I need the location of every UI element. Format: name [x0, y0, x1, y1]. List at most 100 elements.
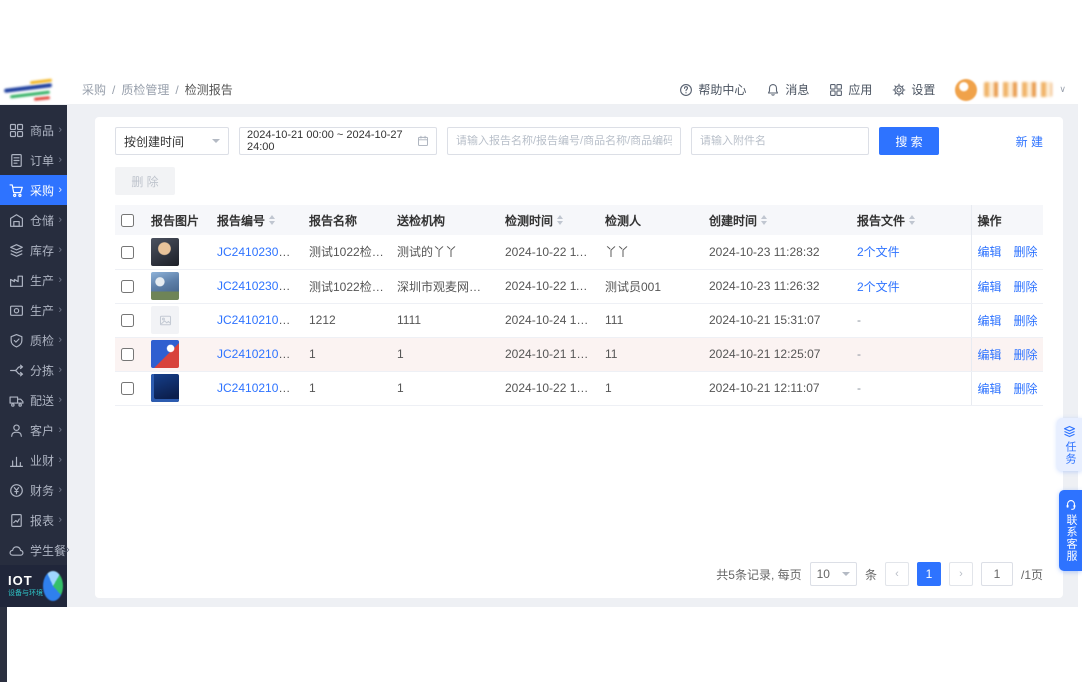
agency-cell: 1 [391, 337, 499, 372]
report-name-cell: 测试1022检测报告 [303, 235, 391, 270]
sort-icon[interactable] [909, 215, 916, 225]
table-row: JC24102100003 1 1 2024-10-21 10:24:00 11… [115, 337, 1043, 372]
sidebar-item-finance[interactable]: 财务 › [0, 475, 67, 505]
column-report-no[interactable]: 报告编号 [211, 205, 303, 235]
cart-icon [9, 183, 24, 198]
group-photo-thumbnail[interactable] [151, 272, 179, 300]
report-no-link[interactable]: JC24102300006 [217, 245, 303, 259]
report-name-cell: 测试1022检测报告 [303, 269, 391, 304]
sidebar-item-inventory[interactable]: 库存 › [0, 235, 67, 265]
yuan-coin-icon [9, 483, 24, 498]
test-time-cell: 2024-10-24 15:30:00 [499, 303, 599, 338]
app-logo[interactable] [0, 75, 82, 105]
page-jump-input[interactable]: 1 [980, 562, 1013, 586]
breadcrumb-item[interactable]: 质检管理 [121, 81, 169, 98]
edit-link[interactable]: 编辑 [978, 243, 1002, 260]
sidebar-item-quality[interactable]: 质检 › [0, 325, 67, 355]
table-header-row: 报告图片 报告编号 报告名称 送检机构 检测时间 检测人 创建时间 报告文件 操… [115, 205, 1043, 235]
attachment-search-input[interactable] [700, 135, 860, 147]
sidebar-item-sorting[interactable]: 分拣 › [0, 355, 67, 385]
sidebar-item-label: 配送 [30, 393, 55, 408]
sidebar-item-procurement[interactable]: 采购 › [0, 175, 67, 205]
column-report-files[interactable]: 报告文件 [851, 205, 971, 235]
sidebar-item-delivery[interactable]: 配送 › [0, 385, 67, 415]
files-empty: - [857, 313, 861, 327]
keyword-search-input[interactable] [456, 135, 672, 147]
created-time-cell: 2024-10-21 12:11:07 [703, 371, 851, 406]
prev-page-button[interactable]: ‹ [884, 562, 909, 586]
created-time-cell: 2024-10-21 12:25:07 [703, 337, 851, 372]
tester-cell: 11 [599, 337, 703, 372]
create-new-button[interactable]: 新 建 [1016, 133, 1043, 150]
dark-photo-thumbnail[interactable] [151, 374, 179, 402]
messages-label: 消息 [785, 83, 810, 97]
row-checkbox[interactable] [121, 314, 134, 328]
sidebar-item-business-finance[interactable]: 业财 › [0, 445, 67, 475]
person-photo-thumbnail[interactable] [151, 237, 179, 266]
files-link[interactable]: 2个文件 [857, 280, 900, 294]
chevron-down-icon [212, 139, 220, 143]
user-menu[interactable]: ∨ [955, 78, 1066, 101]
sidebar-item-student-meals[interactable]: 学生餐 › [0, 535, 70, 565]
settings-button[interactable]: 设置 [892, 81, 935, 98]
blue-red-photo-thumbnail[interactable] [151, 340, 179, 368]
report-no-link[interactable]: JC24102100001 [217, 381, 303, 395]
messages-button[interactable]: 消息 [766, 81, 809, 98]
delete-link[interactable]: 删除 [1014, 278, 1038, 295]
headset-icon [1066, 500, 1075, 510]
placeholder-thumbnail[interactable] [151, 306, 179, 334]
pagination: 共5条记录, 每页 10 条 ‹ 1 › 1 /1页 [115, 562, 1043, 586]
select-all-checkbox[interactable] [121, 214, 134, 228]
files-link[interactable]: 2个文件 [857, 245, 900, 259]
delete-link[interactable]: 删除 [1014, 243, 1038, 260]
row-checkbox[interactable] [121, 382, 134, 396]
apps-button[interactable]: 应用 [829, 81, 872, 98]
truck-icon [9, 393, 24, 408]
sidebar-item-production-2[interactable]: 生产 › [0, 295, 67, 325]
report-no-link[interactable]: JC24102100003 [217, 347, 303, 361]
tasks-label: 任务 [1064, 441, 1076, 465]
sidebar-item-orders[interactable]: 订单 › [0, 145, 67, 175]
date-range-picker[interactable]: 2024-10-21 00:00 ~ 2024-10-27 24:00 [239, 127, 437, 155]
help-center-button[interactable]: 帮助中心 [679, 81, 746, 98]
edit-link[interactable]: 编辑 [978, 380, 1002, 397]
edit-link[interactable]: 编辑 [978, 278, 1002, 295]
current-page-button[interactable]: 1 [916, 562, 941, 586]
sidebar-item-warehouse[interactable]: 仓储 › [0, 205, 67, 235]
sidebar-item-production[interactable]: 生产 › [0, 265, 67, 295]
batch-delete-button[interactable]: 删 除 [115, 167, 175, 195]
edit-link[interactable]: 编辑 [978, 346, 1002, 363]
test-time-cell: 2024-10-22 11:25:00 [499, 235, 599, 270]
row-checkbox[interactable] [121, 348, 134, 362]
report-no-link[interactable]: JC24102100005 [217, 313, 303, 327]
left-edge-strip [0, 607, 7, 682]
row-checkbox[interactable] [121, 280, 134, 294]
split-arrows-icon [9, 363, 24, 378]
sidebar-item-goods[interactable]: 商品 › [0, 115, 67, 145]
edit-link[interactable]: 编辑 [978, 312, 1002, 329]
breadcrumb-item[interactable]: 采购 [82, 81, 106, 98]
tasks-floating-tab[interactable]: 任务 [1057, 418, 1082, 471]
sort-icon[interactable] [761, 215, 768, 225]
sidebar-item-customers[interactable]: 客户 › [0, 415, 67, 445]
page-size-select[interactable]: 10 [809, 562, 857, 586]
sidebar-item-label: 报表 [30, 513, 55, 528]
sort-icon[interactable] [557, 215, 564, 225]
time-type-select[interactable]: 按创建时间 [115, 127, 229, 155]
customer-service-floating-tab[interactable]: 联系客服 [1059, 490, 1082, 571]
table-row: JC24102300006 测试1022检测报告 测试的丫丫 2024-10-2… [115, 235, 1043, 270]
sidebar-item-reports[interactable]: 报表 › [0, 505, 67, 535]
delete-link[interactable]: 删除 [1014, 312, 1038, 329]
column-created-time[interactable]: 创建时间 [703, 205, 851, 235]
delete-link[interactable]: 删除 [1014, 380, 1038, 397]
row-checkbox[interactable] [121, 245, 134, 259]
delete-link[interactable]: 删除 [1014, 346, 1038, 363]
sort-icon[interactable] [269, 215, 276, 225]
next-page-button[interactable]: › [948, 562, 973, 586]
chevron-right-icon: › [58, 213, 62, 226]
report-no-link[interactable]: JC24102300005 [217, 279, 303, 293]
search-button[interactable]: 搜 索 [879, 127, 939, 155]
sidebar-item-label: 质检 [30, 333, 55, 348]
column-tester: 检测人 [599, 205, 703, 235]
column-test-time[interactable]: 检测时间 [499, 205, 599, 235]
